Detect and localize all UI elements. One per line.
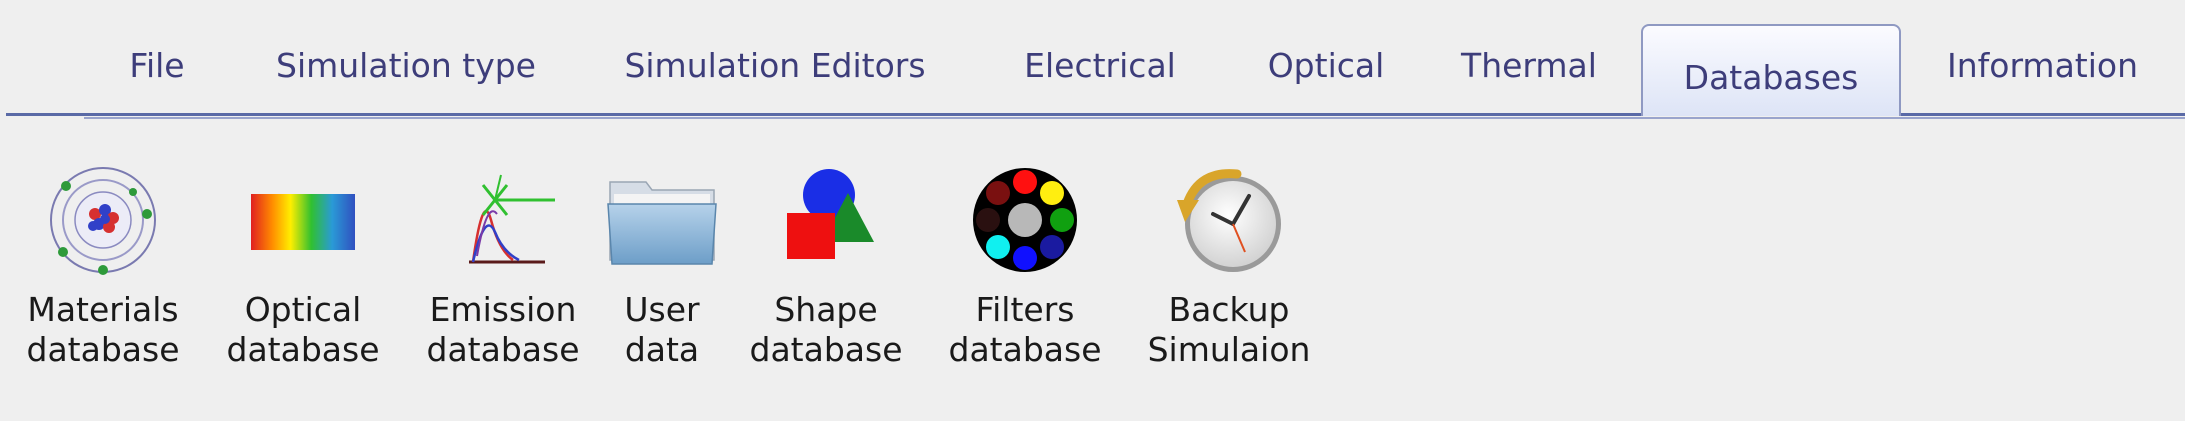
- backup-simulation-label: Backup Simulaion: [1147, 290, 1311, 369]
- backup-simulation-button[interactable]: Backup Simulaion: [1139, 160, 1319, 390]
- folder-icon: [602, 160, 722, 280]
- tab-thermal[interactable]: Thermal: [1446, 26, 1612, 104]
- emission-database-button[interactable]: Emission database: [418, 160, 588, 390]
- tab-databases[interactable]: Databases: [1641, 24, 1901, 116]
- tab-electrical[interactable]: Electrical: [1000, 26, 1200, 104]
- databases-toolbar: Materials database Optical database Emis…: [0, 160, 2185, 390]
- optical-database-button[interactable]: Optical database: [218, 160, 388, 390]
- filters-database-label: Filters database: [948, 290, 1102, 369]
- spectrum-icon: [243, 160, 363, 280]
- materials-database-button[interactable]: Materials database: [18, 160, 188, 390]
- filter-wheel-icon: [965, 160, 1085, 280]
- emission-spectrum-icon: [443, 160, 563, 280]
- tab-simulation-editors[interactable]: Simulation Editors: [610, 26, 940, 104]
- app-window: File Simulation type Simulation Editors …: [0, 0, 2185, 421]
- shapes-icon: [766, 160, 886, 280]
- shape-database-label: Shape database: [749, 290, 903, 369]
- materials-database-label: Materials database: [26, 290, 180, 369]
- emission-database-label: Emission database: [426, 290, 580, 369]
- ribbon-tab-bar: File Simulation type Simulation Editors …: [0, 0, 2185, 124]
- tab-file[interactable]: File: [112, 26, 202, 104]
- filters-database-button[interactable]: Filters database: [940, 160, 1110, 390]
- tab-bar-underline-shadow: [84, 117, 2185, 119]
- tab-information[interactable]: Information: [1930, 26, 2155, 104]
- tab-optical[interactable]: Optical: [1246, 26, 1406, 104]
- user-data-button[interactable]: User data: [602, 160, 722, 390]
- tab-simulation-type[interactable]: Simulation type: [258, 26, 554, 104]
- clock-backup-icon: [1169, 160, 1289, 280]
- user-data-label: User data: [624, 290, 700, 369]
- shape-database-button[interactable]: Shape database: [741, 160, 911, 390]
- atom-icon: [43, 160, 163, 280]
- optical-database-label: Optical database: [226, 290, 380, 369]
